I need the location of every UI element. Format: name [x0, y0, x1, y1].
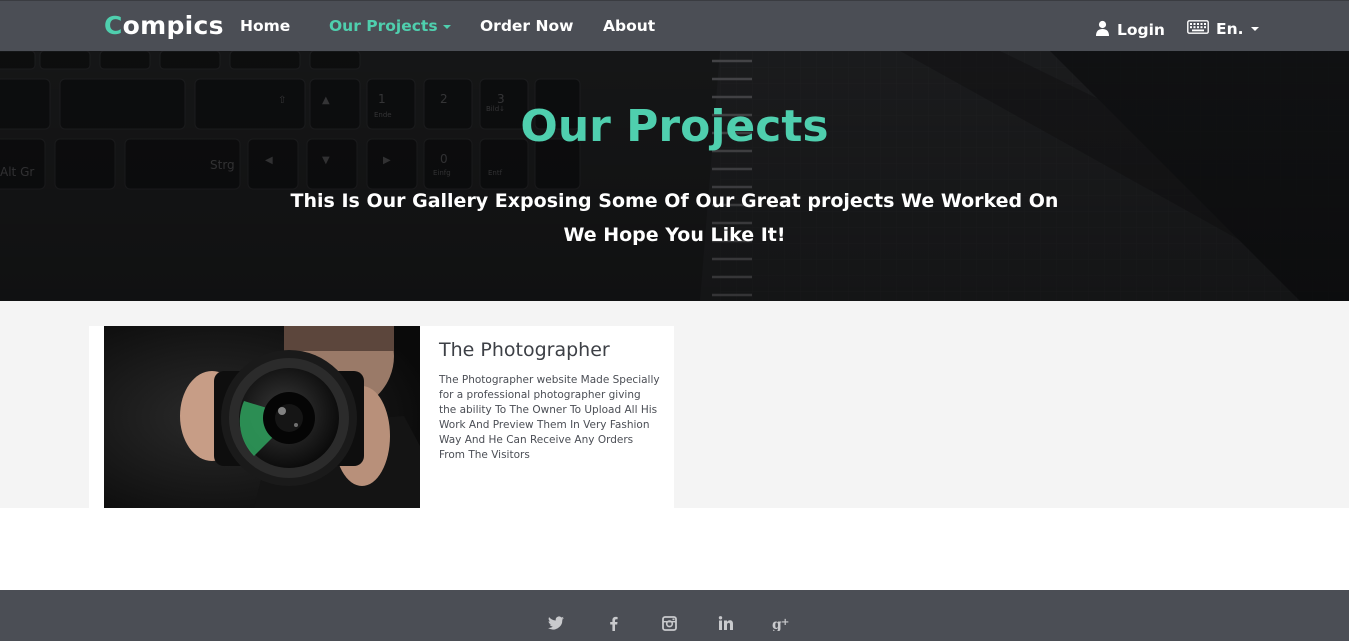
- brand-first-letter: C: [104, 11, 123, 40]
- language-selector[interactable]: En.: [1187, 20, 1259, 38]
- projects-section: The Photographer The Photographer websit…: [0, 301, 1349, 508]
- google-plus-icon[interactable]: g +: [771, 614, 791, 632]
- project-thumbnail[interactable]: [104, 326, 420, 508]
- nav-our-projects[interactable]: Our Projects: [329, 17, 451, 35]
- top-navbar: Compics Home Our Projects Order Now Abou…: [0, 0, 1349, 51]
- hero-banner: 123 0StrgAlt Gr EndeBild↓ EinfgEntf ⇧▲ ◀…: [0, 51, 1349, 301]
- hero-subtitle: This Is Our Gallery Exposing Some Of Our…: [0, 184, 1349, 252]
- login-link[interactable]: Login: [1095, 20, 1165, 40]
- keyboard-icon: [1187, 20, 1209, 38]
- project-title[interactable]: The Photographer: [439, 339, 610, 361]
- facebook-icon[interactable]: [603, 614, 623, 632]
- instagram-icon[interactable]: [659, 614, 679, 632]
- brand-rest: ompics: [122, 11, 224, 40]
- hero-background-image: 123 0StrgAlt Gr EndeBild↓ EinfgEntf ⇧▲ ◀…: [0, 51, 1349, 301]
- hero-subtitle-line-2: We Hope You Like It!: [563, 224, 786, 246]
- nav-about[interactable]: About: [603, 17, 655, 35]
- linkedin-icon[interactable]: [715, 614, 735, 632]
- project-card[interactable]: The Photographer The Photographer websit…: [89, 326, 674, 508]
- login-label: Login: [1117, 21, 1165, 39]
- brand-logo[interactable]: Compics: [104, 11, 224, 40]
- language-label: En.: [1216, 20, 1244, 38]
- hero-title: Our Projects: [520, 101, 829, 152]
- nav-our-projects-label: Our Projects: [329, 17, 438, 35]
- user-icon: [1095, 20, 1110, 40]
- chevron-down-icon: [1250, 27, 1259, 31]
- nav-home[interactable]: Home: [240, 17, 290, 35]
- chevron-down-icon: [442, 24, 451, 29]
- svg-text:+: +: [781, 617, 789, 628]
- footer: g +: [0, 590, 1349, 641]
- twitter-icon[interactable]: [546, 614, 566, 632]
- project-description: The Photographer website Made Specially …: [439, 374, 660, 461]
- hero-subtitle-line-1: This Is Our Gallery Exposing Some Of Our…: [290, 190, 1059, 212]
- nav-order-now[interactable]: Order Now: [480, 17, 573, 35]
